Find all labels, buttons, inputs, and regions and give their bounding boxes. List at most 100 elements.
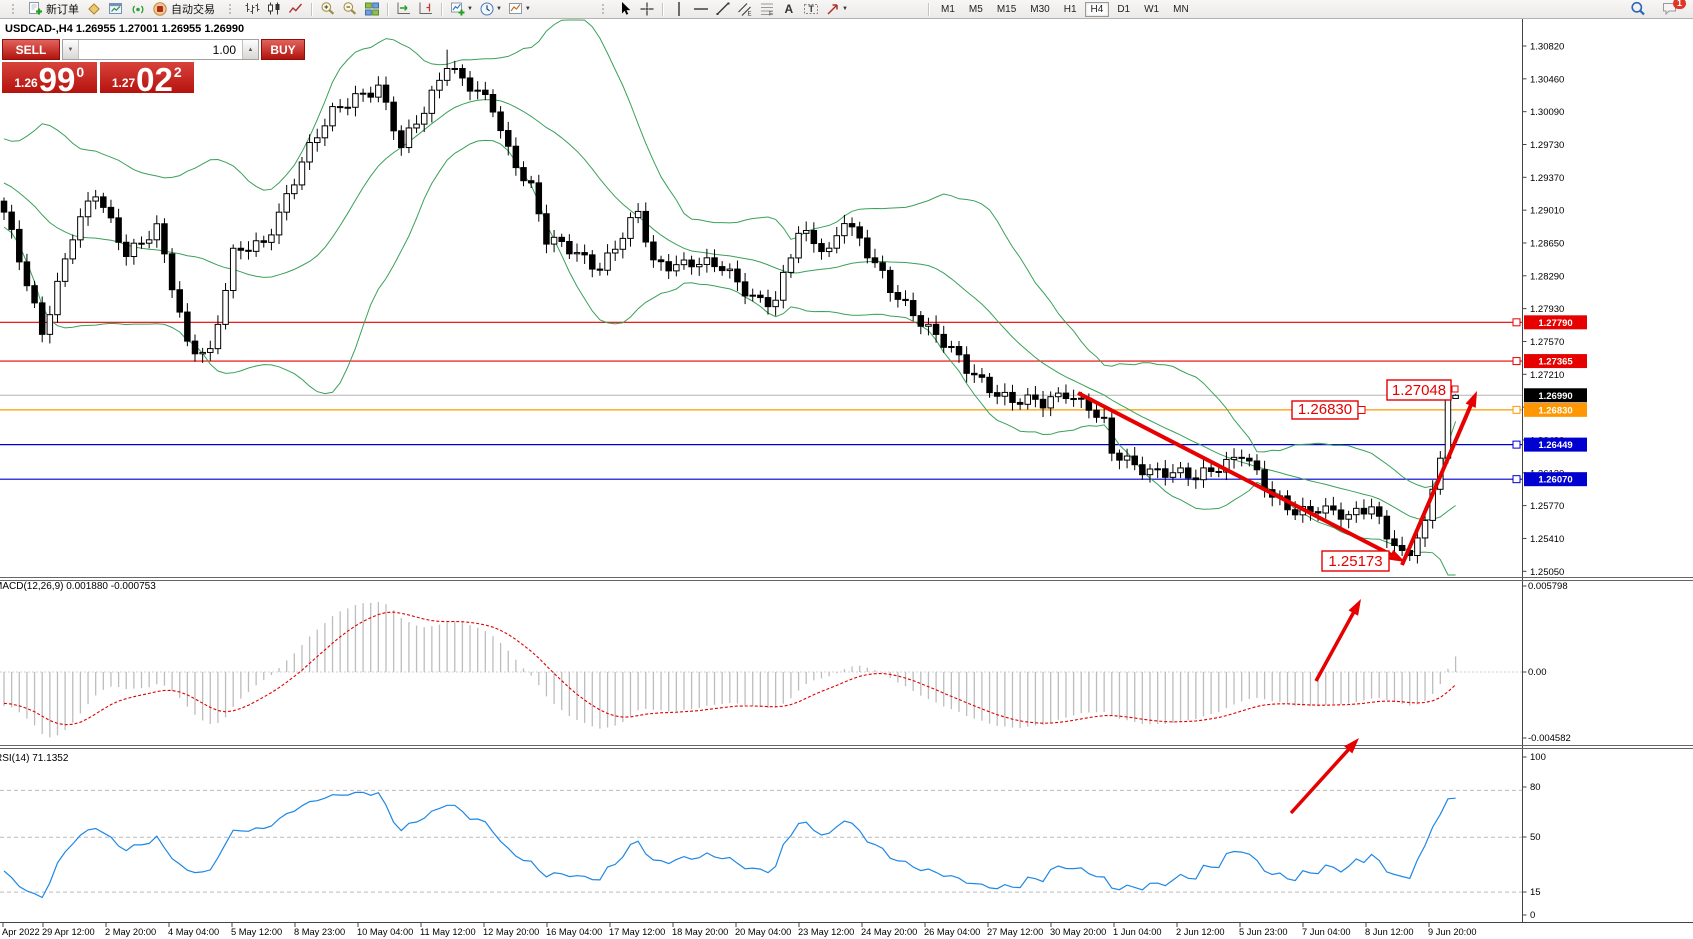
bollinger-lower [4, 140, 1456, 575]
candle [406, 128, 412, 148]
candle [139, 243, 145, 244]
zoom-in-icon[interactable] [320, 1, 336, 17]
chevron-down-icon[interactable]: ▼ [496, 6, 502, 12]
rsi-line [4, 792, 1456, 897]
new-order-icon[interactable] [27, 1, 43, 17]
volume-decrease-button[interactable]: ▼ [63, 40, 79, 59]
horizontal-line-icon[interactable] [693, 1, 709, 17]
mt4-terminal: { "toolbar": { "new_order_label": "新订单",… [0, 0, 1693, 939]
timeframe-h4[interactable]: H4 [1085, 2, 1110, 17]
candle [674, 265, 680, 271]
one-click-trading-panel: SELL ▼ ▲ BUY 1.26 99 0 1.27 02 2 [2, 39, 194, 93]
time-tick-label: 5 Jun 23:00 [1239, 927, 1288, 937]
candle [895, 293, 901, 300]
timeframe-mn[interactable]: MN [1167, 2, 1195, 17]
crosshair-icon[interactable] [639, 1, 655, 17]
timeframe-m1[interactable]: M1 [935, 2, 961, 17]
zoom-out-icon[interactable] [342, 1, 358, 17]
rsi-up-arrow[interactable] [1291, 738, 1359, 813]
rsi-axis-label: 80 [1530, 782, 1541, 793]
candle [1354, 508, 1360, 514]
timeframe-m5[interactable]: M5 [963, 2, 989, 17]
uptrend-arrow[interactable] [1402, 391, 1477, 565]
candle [1010, 392, 1016, 402]
candle [551, 237, 557, 244]
candle [1017, 402, 1023, 404]
sell-price-display[interactable]: 1.26 99 0 [2, 62, 97, 93]
candle [574, 253, 580, 254]
chevron-down-icon[interactable]: ▼ [842, 6, 848, 12]
charts-window-icon[interactable] [108, 1, 124, 17]
buy-price-display[interactable]: 1.27 02 2 [100, 62, 195, 93]
line-anchor-marker[interactable] [1513, 358, 1520, 365]
timeframe-w1[interactable]: W1 [1138, 2, 1165, 17]
candle [490, 95, 496, 112]
chart-shift-icon[interactable] [418, 1, 434, 17]
buy-button[interactable]: BUY [261, 39, 305, 60]
volume-input[interactable] [79, 40, 242, 59]
vertical-line-icon[interactable] [671, 1, 687, 17]
cursor-icon[interactable] [617, 1, 633, 17]
macd-up-arrow[interactable] [1316, 599, 1361, 681]
sell-price-big: 99 [39, 67, 76, 93]
text-label-icon[interactable]: T [803, 1, 819, 17]
line-chart-icon[interactable] [288, 1, 304, 17]
candle [444, 68, 450, 80]
candle [559, 237, 565, 241]
timeframe-h1[interactable]: H1 [1058, 2, 1083, 17]
timeframe-m30[interactable]: M30 [1024, 2, 1055, 17]
level-price-label[interactable]: 1.26830 [1292, 401, 1358, 419]
timeframe-m15[interactable]: M15 [991, 2, 1022, 17]
candle [1040, 399, 1046, 408]
candle [399, 131, 405, 148]
line-anchor-marker[interactable] [1513, 406, 1520, 413]
price-tick-label: 1.27210 [1530, 370, 1564, 381]
trendline-icon[interactable] [715, 1, 731, 17]
indicators-icon[interactable] [450, 1, 466, 17]
auto-trading-label[interactable]: 自动交易 [171, 1, 215, 17]
candlestick-chart-icon[interactable] [266, 1, 282, 17]
bar-chart-icon[interactable] [244, 1, 260, 17]
candle [101, 197, 107, 207]
swing-high-price-label[interactable]: 1.27048 [1387, 380, 1451, 400]
candle [635, 211, 641, 217]
fibonacci-icon[interactable]: F [759, 1, 775, 17]
comments-button[interactable]: 1 [1659, 1, 1681, 17]
volume-increase-button[interactable]: ▲ [242, 40, 258, 59]
line-anchor-marker[interactable] [1513, 319, 1520, 326]
volume-stepper: ▼ ▲ [62, 39, 259, 60]
new-order-label[interactable]: 新订单 [46, 1, 79, 17]
arrows-icon[interactable] [825, 1, 841, 17]
timeframe-d1[interactable]: D1 [1111, 2, 1136, 17]
candle [1292, 510, 1298, 515]
buy-price-sup: 2 [174, 64, 182, 80]
swing-low-price-label[interactable]: 1.25173 [1322, 551, 1389, 571]
candle [544, 214, 550, 244]
candle [513, 146, 519, 167]
text-icon[interactable]: A [781, 1, 797, 17]
chart-ohlc-title: USDCAD-,H4 1.26955 1.27001 1.26955 1.269… [5, 23, 244, 35]
line-anchor-marker[interactable] [1513, 441, 1520, 448]
auto-scroll-icon[interactable] [396, 1, 412, 17]
candle [918, 316, 924, 327]
buy-price-prefix: 1.27 [112, 76, 135, 90]
equidistant-channel-icon[interactable]: E [737, 1, 753, 17]
chevron-down-icon[interactable]: ▼ [525, 6, 531, 12]
line-anchor-marker[interactable] [1513, 476, 1520, 483]
candle [230, 248, 236, 290]
profiles-icon[interactable] [86, 1, 102, 17]
candle [1399, 545, 1405, 550]
label-anchor-marker[interactable] [1452, 386, 1458, 392]
candle [1140, 465, 1146, 475]
chevron-down-icon[interactable]: ▼ [467, 6, 473, 12]
candle [47, 315, 53, 335]
signals-icon[interactable] [130, 1, 146, 17]
tile-windows-icon[interactable] [364, 1, 380, 17]
search-icon[interactable] [1630, 1, 1646, 17]
sell-button[interactable]: SELL [2, 39, 60, 60]
label-anchor-marker[interactable] [1358, 407, 1365, 414]
candle [521, 168, 527, 181]
periods-icon[interactable] [479, 1, 495, 17]
templates-icon[interactable] [508, 1, 524, 17]
auto-trading-icon[interactable] [152, 1, 168, 17]
